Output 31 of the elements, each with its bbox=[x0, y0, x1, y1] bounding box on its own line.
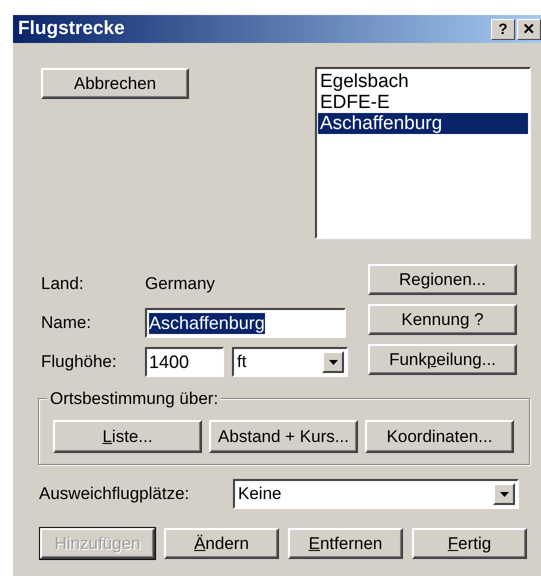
altitude-field[interactable]: 1400 bbox=[145, 347, 224, 377]
list-item[interactable]: EDFE-E bbox=[318, 92, 528, 113]
dialog-button[interactable]: Ändern bbox=[164, 528, 279, 559]
dropdown-button[interactable] bbox=[322, 351, 344, 373]
dialog-button[interactable]: Regionen... bbox=[368, 264, 517, 295]
close-button[interactable]: ✕ bbox=[517, 18, 541, 40]
group-label: Ortsbestimmung über: bbox=[47, 389, 222, 409]
alternates-dropdown[interactable]: Keine bbox=[233, 479, 519, 509]
field-label: Ausweichflugplätze: bbox=[39, 484, 190, 504]
dropdown-button[interactable] bbox=[493, 483, 515, 505]
cancel-button[interactable]: Abbrechen bbox=[41, 68, 189, 99]
airfield-listbox[interactable]: Egelsbach EDFE-E Aschaffenburg bbox=[315, 67, 531, 239]
dialog-button[interactable]: Funkpeilung... bbox=[368, 344, 517, 375]
down-arrow-icon bbox=[500, 492, 508, 496]
field-label: Flughöhe: bbox=[41, 352, 118, 372]
country-value: Germany bbox=[145, 274, 215, 294]
dialog-button[interactable]: Abstand + Kurs... bbox=[209, 420, 358, 453]
window-title: Flugstrecke bbox=[18, 18, 125, 40]
dialog-button[interactable]: Entfernen bbox=[288, 528, 403, 559]
field-label: Land: bbox=[41, 274, 85, 294]
field-label: Name: bbox=[41, 313, 92, 333]
help-button[interactable]: ? bbox=[491, 18, 515, 40]
name-field[interactable]: Aschaffenburg bbox=[145, 308, 346, 338]
dialog-button[interactable]: Kennung ? bbox=[368, 304, 517, 335]
dialog-button[interactable]: Koordinaten... bbox=[365, 420, 514, 453]
unit-dropdown[interactable]: ft bbox=[232, 347, 348, 377]
dialog-button[interactable]: Fertig bbox=[412, 528, 527, 559]
dialog-button[interactable]: Liste... bbox=[53, 420, 202, 453]
list-item[interactable]: Aschaffenburg bbox=[318, 113, 528, 134]
list-item[interactable]: Egelsbach bbox=[318, 71, 528, 92]
down-arrow-icon bbox=[328, 360, 338, 364]
